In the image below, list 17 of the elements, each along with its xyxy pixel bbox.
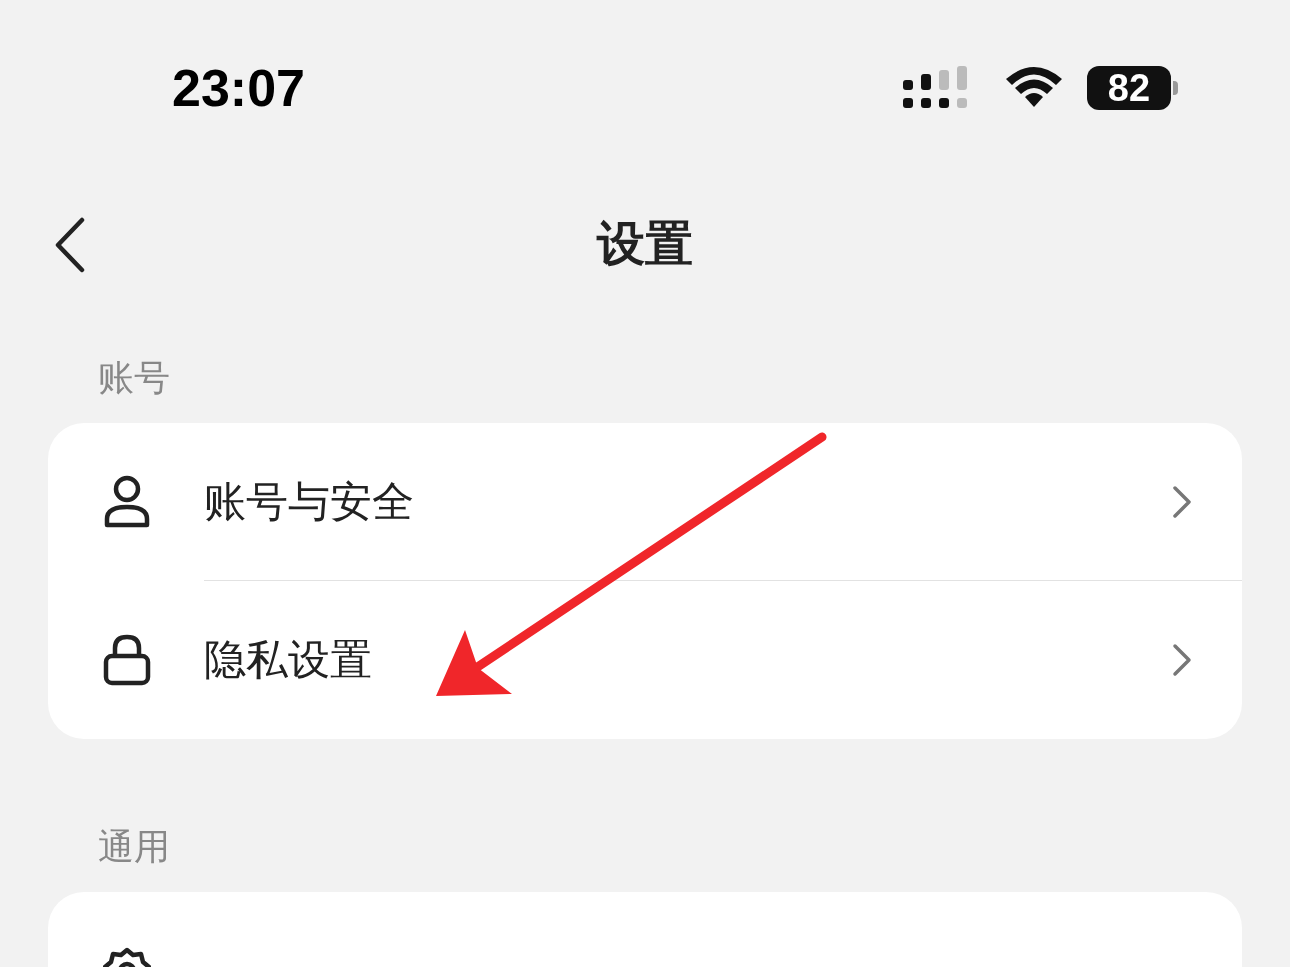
section-header: 通用 [98, 826, 170, 867]
page-title: 设置 [597, 220, 693, 268]
status-time: 23:07 [172, 62, 305, 114]
lock-icon [103, 634, 151, 686]
row-label: 账号与安全 [204, 480, 414, 523]
battery-tip-icon [1173, 81, 1178, 95]
chevron-icon [1172, 643, 1192, 677]
person-icon [103, 475, 151, 529]
section-header: 账号 [98, 357, 170, 398]
settings-row[interactable]: 隐私设置 [48, 581, 1242, 739]
chevron-icon [1172, 484, 1192, 519]
settings-row[interactable]: 账号与安全 [48, 423, 1242, 581]
row-label: 隐私设置 [204, 639, 372, 681]
back-icon[interactable] [54, 217, 86, 273]
battery-level: 82 [1107, 69, 1151, 107]
wifi-icon [1005, 67, 1063, 109]
signal-icon [903, 66, 969, 110]
